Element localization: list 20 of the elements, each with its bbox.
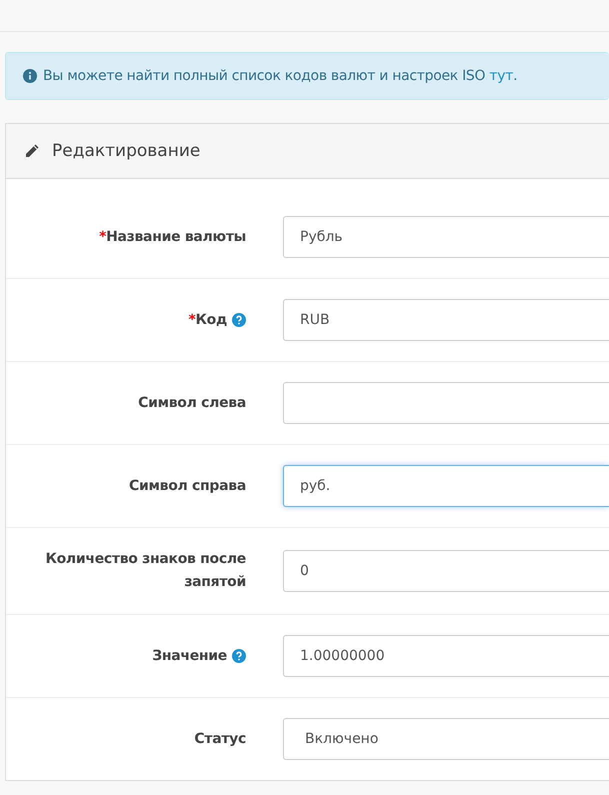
input-field[interactable]: 0	[283, 550, 609, 592]
field-label: *Название валюты	[99, 228, 246, 246]
input-field[interactable]	[283, 382, 609, 424]
alert-text: Вы можете найти полный список кодов валют и настроек ISO тут.	[43, 68, 518, 84]
field-label: Статус	[194, 730, 246, 748]
field-label: Символ справа	[129, 476, 246, 496]
help-icon[interactable]	[232, 649, 246, 663]
field-label: Символ слева	[138, 394, 246, 412]
field-label: Значение	[152, 646, 227, 666]
panel-title: Редактирование	[52, 141, 200, 161]
input-field[interactable]: Рубль	[283, 216, 609, 258]
info-icon	[23, 69, 37, 83]
help-icon[interactable]	[232, 313, 246, 327]
input-field[interactable]: руб.	[283, 465, 609, 507]
pencil-icon	[24, 143, 40, 159]
select-field[interactable]: Включено	[283, 718, 609, 760]
input-field[interactable]: RUB	[283, 299, 609, 341]
field-label: *Код	[188, 310, 227, 330]
input-field[interactable]: 1.00000000	[283, 635, 609, 677]
field-label: Количество знаков после запятой	[44, 550, 246, 592]
